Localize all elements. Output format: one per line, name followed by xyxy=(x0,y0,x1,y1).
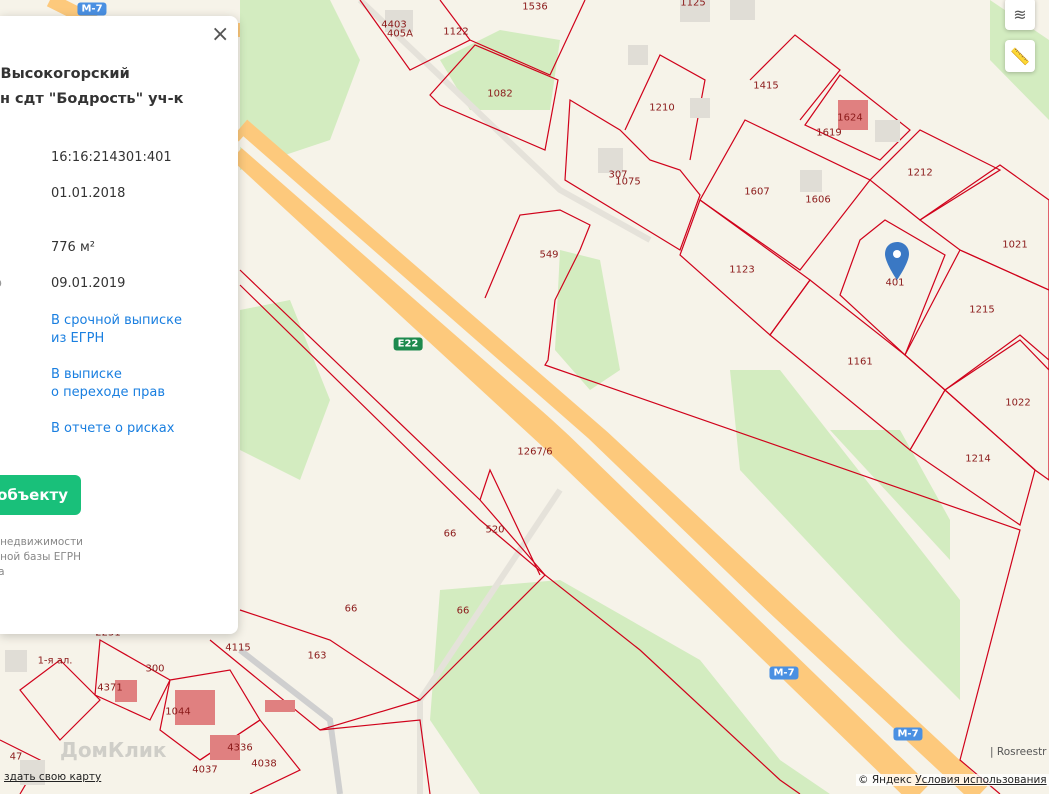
address-line-1: , Высокогорский xyxy=(0,66,130,82)
cadastral-date: 01.01.2018 xyxy=(51,186,126,201)
create-map-link[interactable]: здать свою карту xyxy=(4,771,101,783)
link-line: В срочной выписке xyxy=(51,313,182,328)
link-line: о переходе прав xyxy=(51,385,165,400)
object-info-panel: × , Высокогорский он сдт "Бодрость" уч-к… xyxy=(0,16,238,634)
parcel-label[interactable]: 1607 xyxy=(744,187,769,198)
road-shield: M-7 xyxy=(769,666,799,680)
parcel-label[interactable]: 4037 xyxy=(192,765,217,776)
parcel-label[interactable]: 1075 xyxy=(615,177,640,188)
note-line: ициальной базы ЕГРН xyxy=(0,551,81,563)
ruler-button[interactable]: 📏 xyxy=(1005,40,1035,72)
parcel-label[interactable]: 1536 xyxy=(522,2,547,13)
parcel-label[interactable]: 66 xyxy=(457,606,470,617)
parcel-label[interactable]: 1210 xyxy=(649,103,674,114)
yandex-copyright: © Яндекс xyxy=(858,774,912,786)
parcel-label[interactable]: 1415 xyxy=(753,81,778,92)
parcel-label[interactable]: 1022 xyxy=(1005,398,1030,409)
terms-link[interactable]: Условия использования xyxy=(915,774,1046,786)
parcel-label[interactable]: 47 xyxy=(10,752,23,763)
link-line: В выписке xyxy=(51,367,122,382)
road-shield: M-7 xyxy=(893,727,923,741)
parcel-label[interactable]: 1123 xyxy=(729,265,754,276)
parcel-label[interactable]: 405A xyxy=(387,29,413,40)
layers-button[interactable]: ≋ xyxy=(1005,0,1035,30)
link-urgent-extract[interactable]: В срочной выписке из ЕГРН xyxy=(51,312,182,348)
parcel-label[interactable]: 4115 xyxy=(225,643,250,654)
link-risk-report[interactable]: В отчете о рисках xyxy=(51,420,174,438)
source-note: ений о недвижимости ициальной базы ЕГРН … xyxy=(0,535,83,580)
parcel-label[interactable]: 1624 xyxy=(837,113,862,124)
parcel-label[interactable]: 163 xyxy=(307,651,326,662)
link-line: из ЕГРН xyxy=(51,331,105,346)
road-shield: E22 xyxy=(393,337,423,351)
parcel-label[interactable]: 66 xyxy=(444,529,457,540)
location-pin-icon[interactable] xyxy=(884,242,910,284)
address-line-2: он сдт "Бодрость" уч-к xyxy=(0,91,184,107)
parcel-label[interactable]: 4371 xyxy=(97,683,122,694)
note-line: реестра xyxy=(0,566,5,578)
cadastral-number: 16:16:214301:401 xyxy=(51,150,172,165)
parcel-label[interactable]: 1212 xyxy=(907,168,932,179)
rosreestr-attribution: | Rosreestr xyxy=(990,746,1047,758)
close-icon[interactable]: × xyxy=(211,22,229,47)
link-transfer-extract[interactable]: В выписке о переходе прав xyxy=(51,366,165,402)
parcel-label[interactable]: 1021 xyxy=(1002,240,1027,251)
watermark: ДомКлик xyxy=(60,738,167,762)
parcel-label[interactable]: 4336 xyxy=(227,743,252,754)
layers-icon: ≋ xyxy=(1013,4,1027,24)
parcel-label[interactable]: 1082 xyxy=(487,89,512,100)
parcel-label[interactable]: 1619 xyxy=(816,128,841,139)
note-line: ений о недвижимости xyxy=(0,536,84,548)
parcel-label[interactable]: 1044 xyxy=(165,707,190,718)
parcel-label[interactable]: 300 xyxy=(145,664,164,675)
parcel-label[interactable]: 1215 xyxy=(969,305,994,316)
update-date: 09.01.2019 xyxy=(51,276,126,291)
parcel-label[interactable]: 520 xyxy=(485,525,504,536)
area-value: 776 м² xyxy=(51,240,95,255)
parcel-label[interactable]: 1125 xyxy=(680,0,705,9)
ruler-icon: 📏 xyxy=(1010,46,1030,66)
parcel-label[interactable]: 1606 xyxy=(805,195,830,206)
object-address: , Высокогорский он сдт "Бодрость" уч-к xyxy=(0,62,183,112)
field-label: о xyxy=(0,276,2,291)
parcel-label[interactable]: 549 xyxy=(539,250,558,261)
parcel-label[interactable]: 1214 xyxy=(965,454,990,465)
parcel-label[interactable]: 1122 xyxy=(443,27,468,38)
parcel-label[interactable]: 1267/6 xyxy=(517,447,552,458)
parcel-label[interactable]: 1161 xyxy=(847,357,872,368)
parcel-label[interactable]: 66 xyxy=(345,604,358,615)
road-shield: M-7 xyxy=(77,2,107,16)
green-areas xyxy=(240,0,1049,794)
parcel-label[interactable]: 4038 xyxy=(251,759,276,770)
parcel-label[interactable]: 1-я ал. xyxy=(38,656,73,667)
object-button[interactable]: объекту xyxy=(0,475,81,515)
yandex-attribution: © Яндекс Условия использования xyxy=(856,774,1049,786)
